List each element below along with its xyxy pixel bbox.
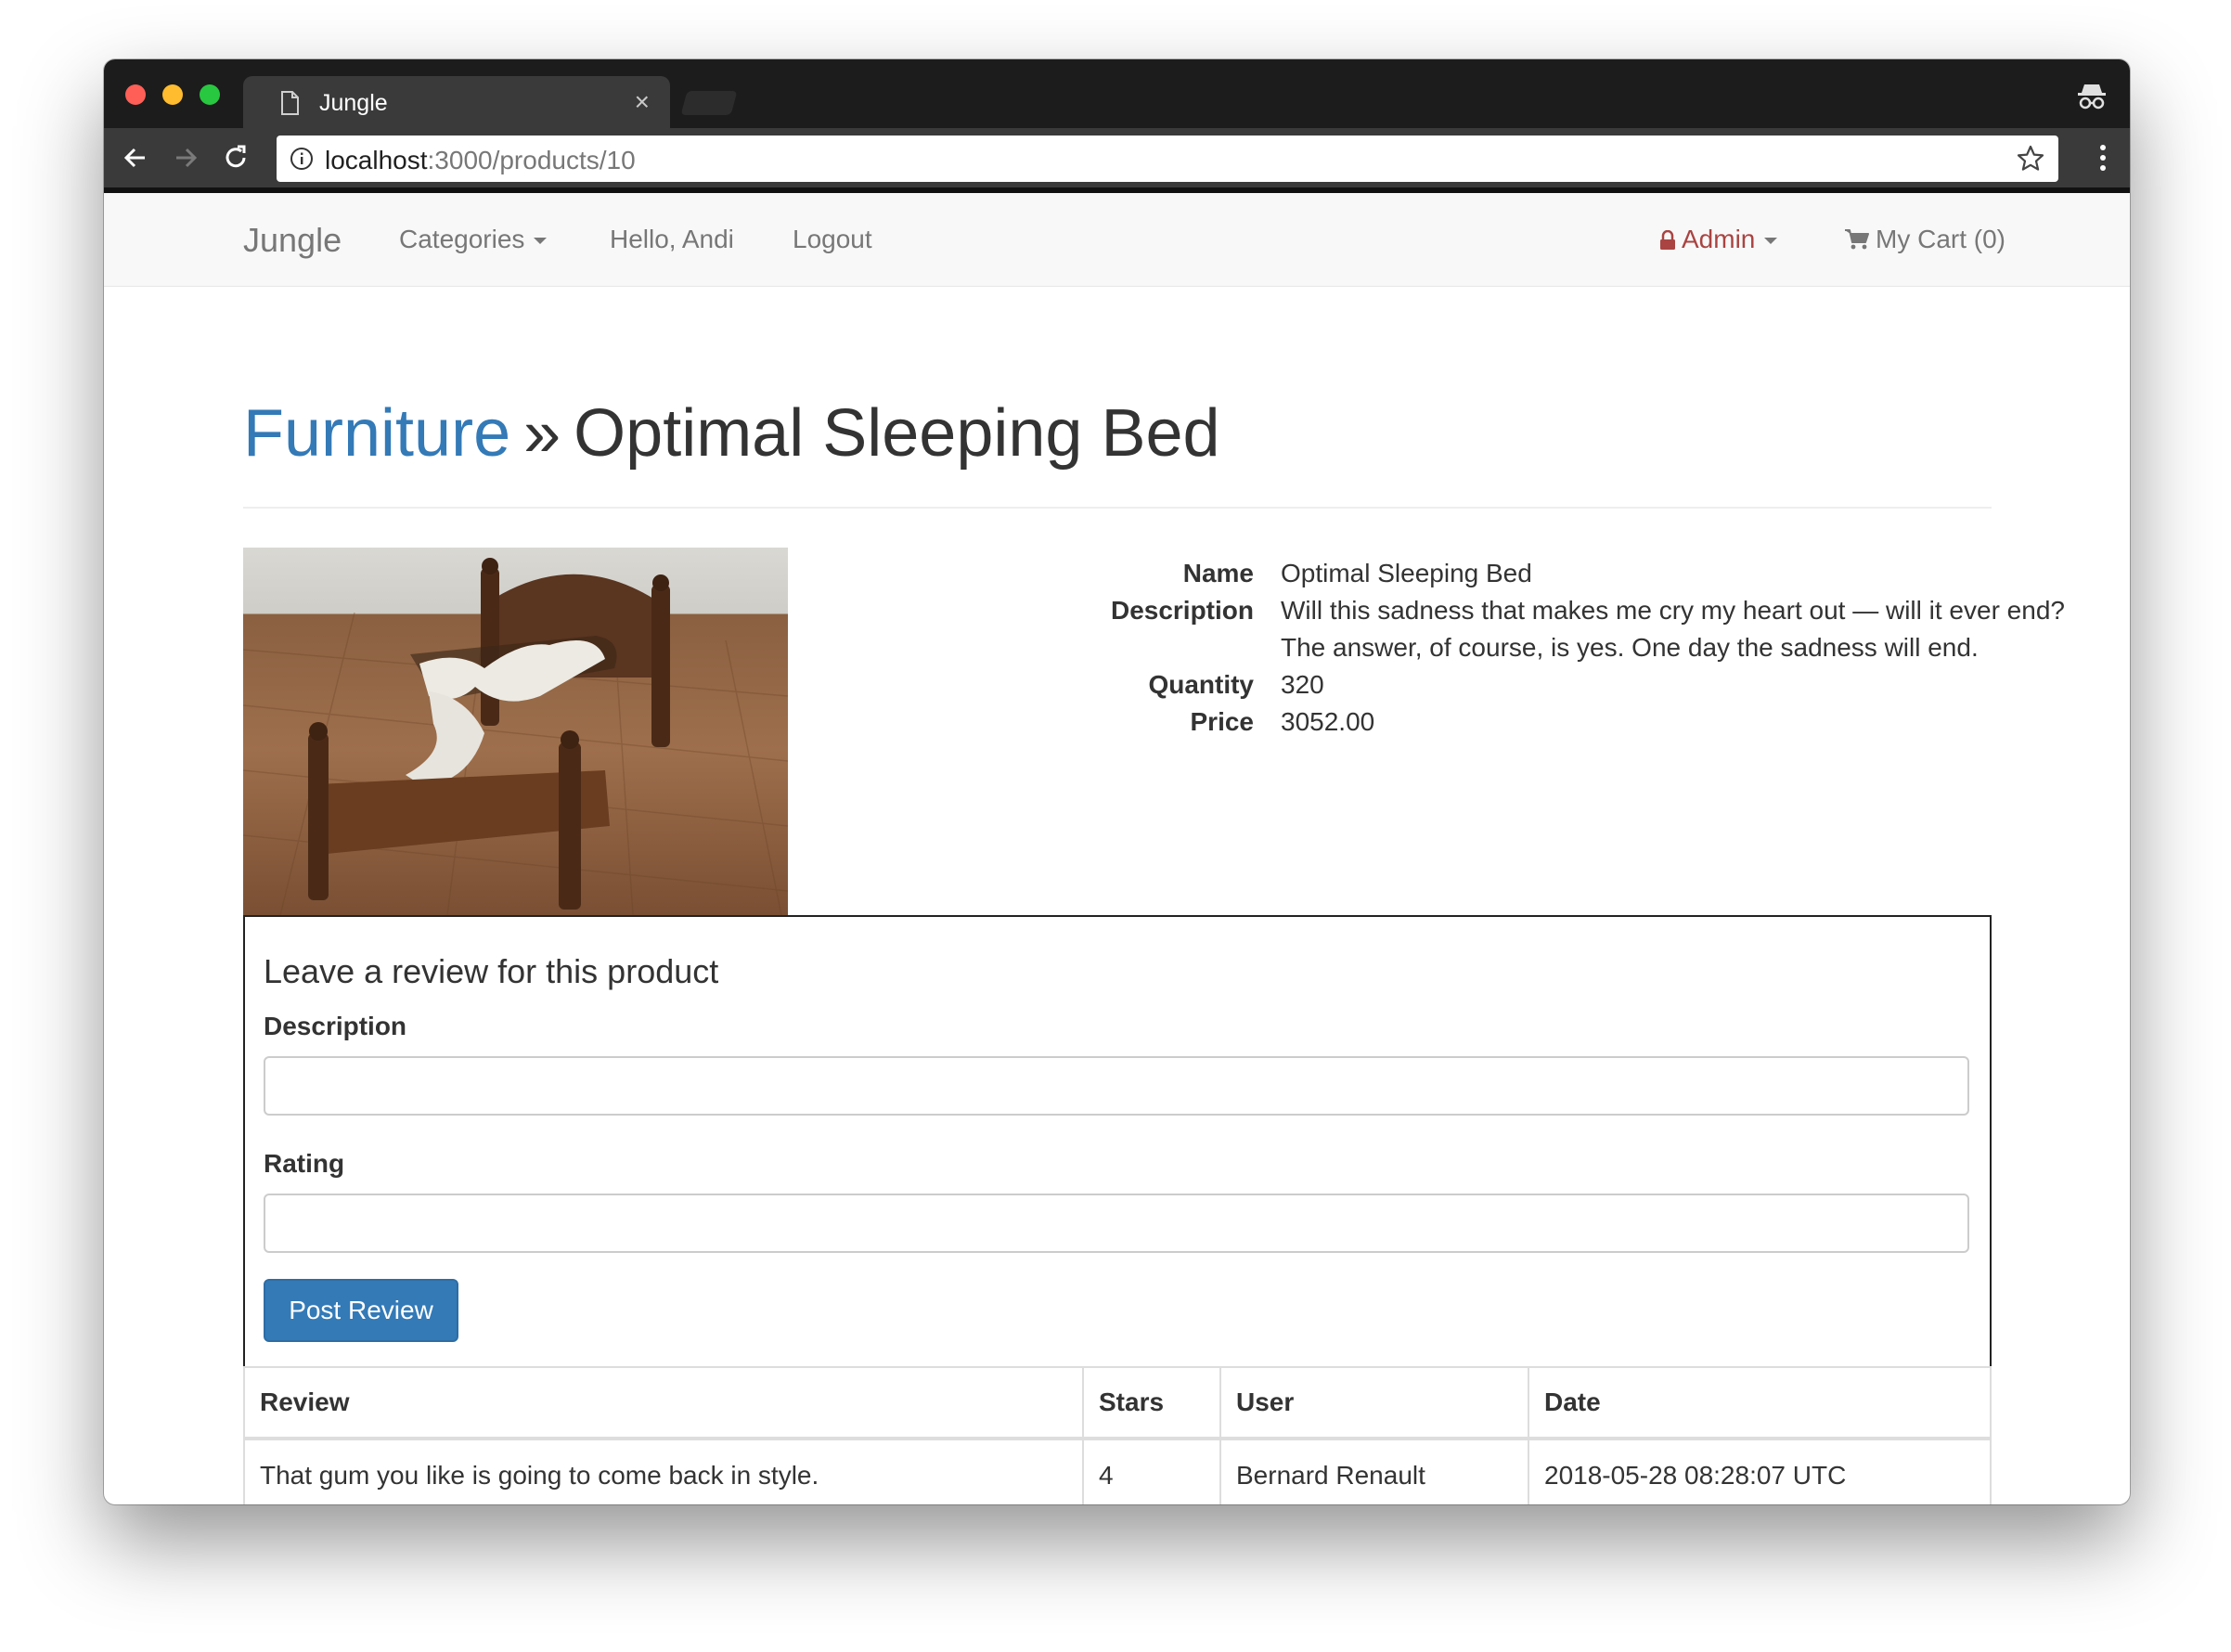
page-title: Furniture» Optimal Sleeping Bed <box>243 395 1992 471</box>
url-path: :3000/products/10 <box>427 146 636 174</box>
breadcrumb-separator: » <box>523 396 561 471</box>
review-rating-input[interactable] <box>264 1194 1969 1253</box>
stars-column-header: Stars <box>1082 1366 1221 1440</box>
review-form-heading: Leave a review for this product <box>264 952 719 990</box>
name-label: Name <box>1182 559 1254 587</box>
header-divider <box>243 507 1992 509</box>
description-value-line2: The answer, of course, is yes. One day t… <box>1281 633 1979 662</box>
product-title: Optimal Sleeping Bed <box>574 396 1220 471</box>
caret-down-icon <box>534 238 548 245</box>
browser-tab[interactable]: Jungle × <box>243 76 670 130</box>
post-review-button[interactable]: Post Review <box>264 1279 458 1342</box>
categories-dropdown[interactable]: Categories <box>399 225 548 254</box>
tab-strip: Jungle × <box>104 59 2130 130</box>
table-header-row: Review Stars User Date <box>243 1366 1992 1440</box>
caret-down-icon <box>1764 238 1778 245</box>
description-field-label: Description <box>264 1012 407 1040</box>
cart-link[interactable]: My Cart (0) <box>1844 225 2005 254</box>
forward-arrow-icon[interactable] <box>169 141 202 174</box>
reviews-table: Review Stars User Date That gum you like… <box>243 1366 1992 1504</box>
tab-title: Jungle <box>319 90 388 116</box>
quantity-label: Quantity <box>1148 670 1254 699</box>
minimize-window-button[interactable] <box>162 84 183 105</box>
browser-menu-icon[interactable] <box>2098 143 2108 173</box>
address-bar[interactable]: localhost:3000/products/10 <box>277 136 2058 182</box>
reload-icon[interactable] <box>219 141 252 174</box>
brand-link[interactable]: Jungle <box>243 221 342 260</box>
user-column-header: User <box>1219 1366 1529 1440</box>
document-icon <box>281 91 299 115</box>
bed-illustration <box>243 558 788 915</box>
url-host: localhost <box>325 146 428 174</box>
back-arrow-icon[interactable] <box>119 141 152 174</box>
browser-window: Jungle × localhost:3000/products/10 Jung… <box>104 59 2130 1504</box>
admin-label: Admin <box>1682 225 1756 253</box>
review-form: Leave a review for this product Descript… <box>243 915 1992 1368</box>
rating-field-label: Rating <box>264 1149 345 1178</box>
site-navbar: Jungle Categories Hello, Andi Logout Adm… <box>104 193 2130 287</box>
incognito-icon <box>2078 84 2106 110</box>
category-link[interactable]: Furniture <box>243 396 510 471</box>
info-icon[interactable] <box>290 147 314 171</box>
admin-dropdown[interactable]: Admin <box>1659 225 1778 254</box>
review-column-header: Review <box>243 1366 1084 1440</box>
browser-toolbar: localhost:3000/products/10 <box>104 128 2130 187</box>
user-cell: Bernard Renault <box>1219 1438 1529 1504</box>
price-label: Price <box>1190 707 1255 736</box>
cart-label: My Cart (0) <box>1876 225 2005 253</box>
date-column-header: Date <box>1528 1366 1992 1440</box>
date-cell: 2018-05-28 08:28:07 UTC <box>1528 1438 1992 1504</box>
review-text-cell: That gum you like is going to come back … <box>243 1438 1084 1504</box>
description-value-line1: Will this sadness that makes me cry my h… <box>1281 596 2065 625</box>
product-image <box>243 548 788 915</box>
url-text: localhost:3000/products/10 <box>325 146 636 175</box>
categories-label: Categories <box>399 225 525 253</box>
logout-link[interactable]: Logout <box>793 225 872 254</box>
shopping-cart-icon <box>1845 229 1869 250</box>
close-window-button[interactable] <box>125 84 146 105</box>
quantity-value: 320 <box>1281 670 1324 699</box>
description-label: Description <box>1110 596 1254 625</box>
price-value: 3052.00 <box>1281 707 1375 736</box>
tab-close-icon[interactable]: × <box>635 87 650 117</box>
bookmark-star-icon[interactable] <box>2016 144 2045 174</box>
review-description-input[interactable] <box>264 1056 1969 1116</box>
stars-cell: 4 <box>1082 1438 1221 1504</box>
table-row: That gum you like is going to come back … <box>243 1438 1992 1504</box>
lock-icon <box>1660 230 1675 250</box>
new-tab-button[interactable] <box>680 91 738 115</box>
maximize-window-button[interactable] <box>200 84 220 105</box>
greeting-link[interactable]: Hello, Andi <box>610 225 734 254</box>
name-value: Optimal Sleeping Bed <box>1281 559 1532 587</box>
